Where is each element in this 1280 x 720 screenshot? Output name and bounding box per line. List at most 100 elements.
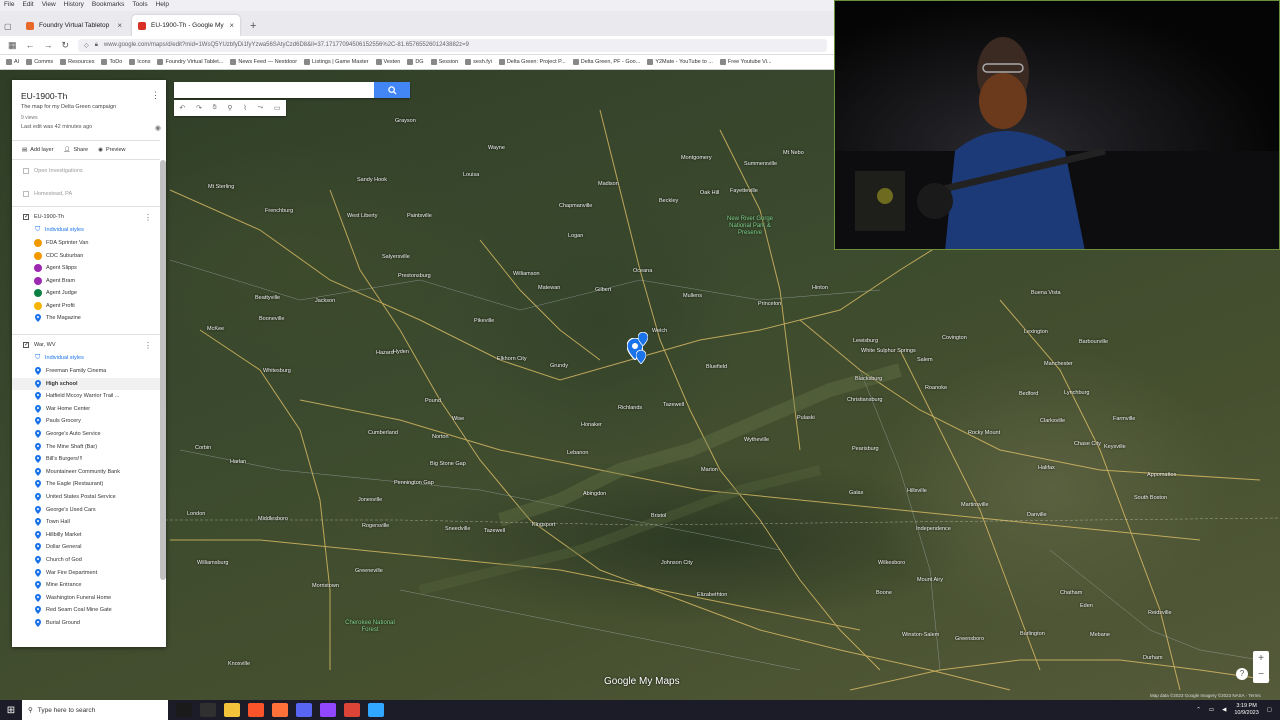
bookmark-item[interactable]: sesh.fyi (465, 59, 492, 65)
tab-list-icon[interactable]: ▢ (4, 22, 20, 36)
tab-my-maps[interactable]: EU-1900-Th - Google My Maps × (132, 15, 240, 36)
bookmark-item[interactable]: Icons (129, 59, 150, 65)
redo-icon[interactable]: ↷ (196, 104, 202, 112)
checkbox[interactable] (23, 191, 29, 197)
bookmark-item[interactable]: Session (430, 59, 458, 65)
more-options-icon[interactable]: ⋮ (151, 90, 160, 101)
bookmark-item[interactable]: Delta Green: Project P... (498, 59, 566, 65)
sidebar-toggle-icon[interactable]: ▦ (8, 40, 17, 51)
panel-scrollbar[interactable] (160, 160, 166, 580)
menu-history[interactable]: History (64, 1, 84, 10)
layer-item[interactable]: Dollar General (12, 541, 160, 553)
search-button[interactable] (374, 82, 410, 98)
share-button[interactable]: 👤︎ Share (63, 147, 88, 153)
layer-item[interactable]: War Fire Department (12, 567, 160, 579)
reload-icon[interactable]: ↻ (62, 40, 70, 51)
layer-style-link[interactable]: ⛉ Individual styles (12, 224, 160, 236)
layer-item[interactable]: War Home Center (12, 403, 160, 415)
layer-item[interactable]: Agent Profit (12, 300, 160, 312)
bookmark-item[interactable]: Free Youtube Vi... (719, 59, 772, 65)
windows-start-icon[interactable]: ⊞ (0, 700, 22, 720)
layer-item[interactable]: Burial Ground (12, 617, 160, 629)
bookmark-item[interactable]: Vesten (375, 59, 400, 65)
menu-view[interactable]: View (42, 1, 56, 10)
map-title[interactable]: EU-1900-Th (21, 91, 67, 101)
layer-item[interactable]: Freeman Family Cinema (12, 365, 160, 377)
more-options-icon[interactable]: ⋮ (144, 341, 152, 350)
brave-icon[interactable] (248, 703, 264, 717)
taskbar-search[interactable]: ⚲ Type here to search (22, 700, 168, 720)
bookmark-item[interactable]: ToDo (101, 59, 122, 65)
layer-item[interactable]: Agent Bram (12, 275, 160, 287)
layer-item[interactable]: Mountaineer Community Bank (12, 466, 160, 478)
network-icon[interactable]: ▭ (1209, 707, 1214, 713)
layer-item[interactable]: United States Postal Service (12, 491, 160, 503)
checkbox[interactable] (23, 168, 29, 174)
photoshop-icon[interactable] (368, 703, 384, 717)
layer-item[interactable]: CDC Suburban (12, 250, 160, 262)
checkbox[interactable] (23, 214, 29, 220)
address-field[interactable]: ◇ 🔒︎ www.google.com/maps/d/edit?mid=1WsQ… (78, 38, 827, 52)
layer-item[interactable]: Hatfield Mccoy Warrior Trail ... (12, 390, 160, 402)
map-attribution[interactable]: Map data ©2023 Google Imagery ©2023 NASA… (1150, 693, 1261, 698)
bookmark-item[interactable]: AI (6, 59, 19, 65)
chevron-up-icon[interactable]: ⌃ (1196, 707, 1201, 713)
notifications-icon[interactable]: ▢ (1267, 707, 1272, 713)
menu-tools[interactable]: Tools (132, 1, 147, 10)
layer-item[interactable]: George's Auto Service (12, 428, 160, 440)
layer-item[interactable]: Red Seam Coal Mine Gate (12, 604, 160, 616)
file-explorer-icon[interactable] (224, 703, 240, 717)
zoom-out-button[interactable]: − (1253, 667, 1269, 683)
draw-line-icon[interactable]: ⌇ (243, 104, 246, 112)
chrome-icon[interactable] (344, 703, 360, 717)
layer-item[interactable]: The Mine Shaft (Bar) (12, 441, 160, 453)
layer-item[interactable]: Town Hall (12, 516, 160, 528)
preview-button[interactable]: ◉ Preview (98, 147, 125, 153)
add-layer-button[interactable]: ▤ Add layer (22, 147, 53, 153)
zoom-in-button[interactable]: + (1253, 651, 1269, 667)
add-marker-icon[interactable]: ⚲ (227, 104, 232, 112)
discord-icon[interactable] (296, 703, 312, 717)
layer-item[interactable]: Washington Funeral Home (12, 592, 160, 604)
layer-item[interactable]: High school (12, 377, 160, 390)
layer-item[interactable]: The Eagle (Restaurant) (12, 478, 160, 490)
help-button[interactable]: ? (1236, 668, 1248, 680)
bookmark-item[interactable]: Y2Mate - YouTube to ... (647, 59, 713, 65)
menu-bookmarks[interactable]: Bookmarks (92, 1, 125, 10)
checkbox[interactable] (23, 342, 29, 348)
layer-item[interactable]: Church of God (12, 554, 160, 566)
layer-item[interactable]: Hillbilly Market (12, 529, 160, 541)
bookmark-item[interactable]: Resources (60, 59, 94, 65)
layer-style-link[interactable]: ⛉ Individual styles (12, 352, 160, 364)
map-pin-icon[interactable] (638, 332, 648, 346)
layer-item[interactable]: Bill's Burgers!!! (12, 453, 160, 465)
bookmark-item[interactable]: Listings | Game Master (304, 59, 369, 65)
layer-item[interactable]: The Magazine (12, 312, 160, 324)
volume-icon[interactable]: ◀︎ (1222, 707, 1226, 713)
bookmark-item[interactable]: Foundry Virtual Tablet... (157, 59, 223, 65)
visibility-icon[interactable]: ◉ (155, 124, 161, 132)
search-input[interactable] (174, 82, 374, 98)
layer-header-war[interactable]: War, WV ⋮ (12, 339, 160, 351)
forward-icon[interactable]: → (44, 40, 53, 50)
map-description[interactable]: The map for my Delta Green campaign (21, 104, 116, 110)
back-icon[interactable]: ← (26, 40, 35, 50)
layer-item[interactable]: Agent Slipps (12, 262, 160, 274)
layer-header-eu[interactable]: EU-1900-Th ⋮ (12, 211, 160, 223)
new-tab-button[interactable]: + (244, 20, 262, 36)
hand-icon[interactable]: ✋︎ (213, 104, 217, 112)
clock[interactable]: 3:19 PM 10/9/2023 (1234, 703, 1258, 717)
menu-help[interactable]: Help (156, 1, 169, 10)
map-pin-icon[interactable] (636, 350, 646, 364)
base-item[interactable]: Open Investigations (12, 165, 160, 177)
menu-file[interactable]: File (4, 1, 14, 10)
layer-item[interactable]: Mine Entrance (12, 579, 160, 591)
obs-icon[interactable] (200, 703, 216, 717)
bookmark-item[interactable]: Delta Green, PF - Goo... (572, 59, 640, 65)
bookmark-item[interactable]: News Feed — Nextdoor (230, 59, 297, 65)
more-options-icon[interactable]: ⋮ (144, 213, 152, 222)
undo-icon[interactable]: ↶ (179, 104, 185, 112)
close-icon[interactable]: × (117, 21, 122, 30)
twitch-icon[interactable] (320, 703, 336, 717)
base-item[interactable]: Homestead, PA (12, 188, 160, 200)
